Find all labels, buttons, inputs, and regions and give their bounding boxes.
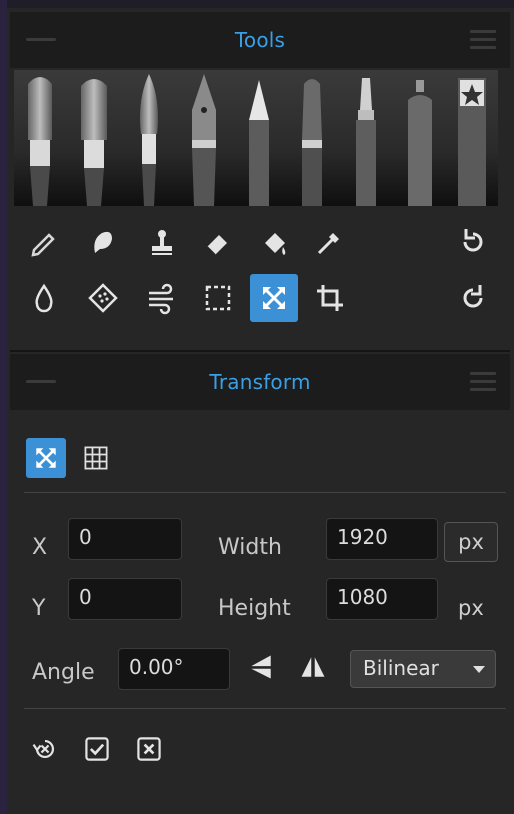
tool-row-1: [14, 218, 504, 270]
brush-flat-icon[interactable]: [74, 70, 114, 206]
x-field[interactable]: 0: [68, 518, 182, 560]
unit-selector[interactable]: px: [444, 522, 498, 562]
cancel-transform-icon[interactable]: [132, 732, 166, 766]
transform-panel-header[interactable]: Transform: [10, 354, 510, 410]
transform-panel-title: Transform: [209, 370, 311, 394]
panel-menu-icon[interactable]: [470, 30, 496, 50]
transform-icon[interactable]: [250, 274, 298, 322]
y-field[interactable]: 0: [68, 578, 182, 620]
spray-can-icon[interactable]: [400, 70, 440, 206]
undo-icon[interactable]: [449, 218, 497, 266]
eyedropper-icon[interactable]: [306, 218, 354, 266]
y-label: Y: [32, 596, 46, 621]
width-label: Width: [218, 535, 282, 560]
fill-bucket-icon[interactable]: [250, 218, 298, 266]
chevron-down-icon: [473, 666, 485, 673]
pencil-tool-icon[interactable]: [20, 218, 68, 266]
separator-line: [24, 492, 506, 493]
brush-selector: [14, 70, 498, 206]
collapse-dash-icon[interactable]: [26, 38, 56, 41]
water-drop-icon[interactable]: [20, 274, 68, 322]
panel-menu-icon[interactable]: [470, 372, 496, 392]
apply-transform-icon[interactable]: [80, 732, 114, 766]
reset-transform-icon[interactable]: [28, 732, 62, 766]
stamp-tool-icon[interactable]: [138, 218, 186, 266]
blend-wind-icon[interactable]: [138, 274, 186, 322]
pencil-icon[interactable]: [239, 70, 279, 206]
angle-label: Angle: [32, 660, 95, 685]
window-left-edge: [0, 0, 7, 814]
flip-vertical-icon[interactable]: [244, 650, 278, 684]
texture-patch-icon[interactable]: [79, 274, 127, 322]
flip-horizontal-icon[interactable]: [296, 650, 330, 684]
x-label: X: [32, 535, 48, 560]
height-label: Height: [218, 596, 291, 621]
favorite-brush-icon[interactable]: [452, 70, 492, 206]
selection-icon[interactable]: [194, 274, 242, 322]
tools-panel-header[interactable]: Tools: [10, 12, 510, 68]
angle-field[interactable]: 0.00°: [118, 648, 230, 690]
free-transform-icon[interactable]: [26, 438, 66, 478]
width-field[interactable]: 1920: [326, 518, 438, 560]
redo-icon[interactable]: [449, 274, 497, 322]
crop-icon[interactable]: [306, 274, 354, 322]
pen-nib-icon[interactable]: [184, 70, 224, 206]
tool-row-2: [14, 274, 504, 326]
brush-round-icon[interactable]: [20, 70, 60, 206]
panel-divider: [10, 350, 510, 352]
felt-tip-icon[interactable]: [346, 70, 386, 206]
mesh-grid-icon[interactable]: [76, 438, 116, 478]
height-field[interactable]: 1080: [326, 578, 438, 620]
tools-panel-title: Tools: [234, 28, 286, 52]
interpolation-value: Bilinear: [363, 656, 439, 680]
marker-icon[interactable]: [292, 70, 332, 206]
eraser-tool-icon[interactable]: [194, 218, 242, 266]
separator-line: [24, 708, 506, 709]
brush-pointed-icon[interactable]: [129, 70, 169, 206]
transform-mode-bar: [22, 436, 222, 480]
collapse-dash-icon[interactable]: [26, 380, 56, 383]
height-unit-label: px: [458, 596, 484, 620]
smudge-tool-icon[interactable]: [79, 218, 127, 266]
window-top-edge: [0, 0, 514, 8]
interpolation-dropdown[interactable]: Bilinear: [350, 650, 496, 688]
